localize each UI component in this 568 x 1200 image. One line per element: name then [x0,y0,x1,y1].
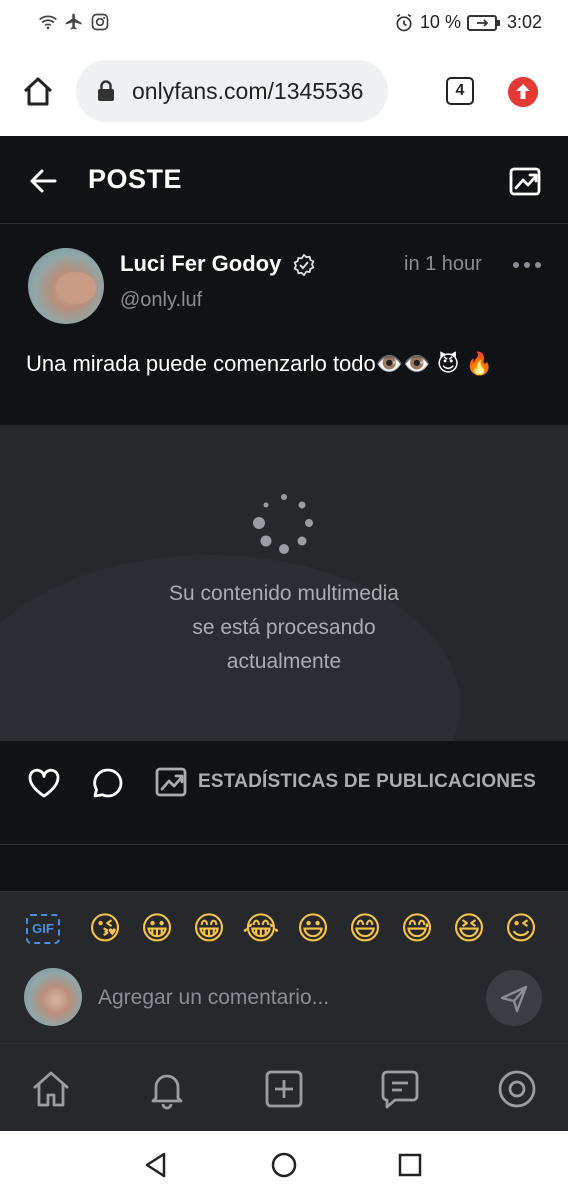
username[interactable]: @only.luf [120,289,202,312]
emoji-button[interactable]: 😀 [138,908,176,948]
comment-icon[interactable] [90,765,126,801]
home-icon[interactable] [18,72,58,112]
heart-icon[interactable] [26,765,62,801]
tab-switcher-button[interactable]: 4 [446,77,474,105]
bell-icon[interactable] [146,1068,188,1110]
lock-icon [98,80,114,101]
address-bar[interactable]: onlyfans.com/1345536 [76,60,388,122]
emoji-button[interactable]: 😁 [190,908,228,948]
emoji-button[interactable]: 😃 [294,908,332,948]
bottom-nav [0,1043,568,1131]
wifi-icon [39,15,57,30]
loading-spinner-icon [253,494,313,554]
gif-button[interactable]: GIF [26,914,60,944]
plus-square-icon[interactable] [263,1068,305,1110]
post-text: Una mirada puede comenzarlo todo👁️👁️ 😈 🔥 [26,351,494,376]
status-left-icons [38,12,110,32]
emoji-button[interactable]: 😘 [86,908,124,948]
status-bar: 10 % 3:02 [0,0,568,48]
post-header: Luci Fer Godoy in 1 hour @only.luf Una m… [0,225,568,425]
messages-icon[interactable] [379,1068,421,1110]
emoji-button[interactable]: 😆 [450,908,488,948]
emoji-button[interactable]: 😄 [346,908,384,948]
battery-icon [466,14,500,31]
verified-badge-icon [293,253,315,277]
profile-icon[interactable] [496,1068,538,1110]
stats-label: ESTADÍSTICAS DE PUBLICACIONES [198,771,536,792]
browser-toolbar: onlyfans.com/1345536 4 [0,48,568,136]
update-icon[interactable] [508,77,538,107]
comment-input[interactable] [98,976,458,1020]
commenter-avatar [24,968,82,1026]
post-actions: ESTADÍSTICAS DE PUBLICACIONES [0,741,568,845]
emoji-button[interactable]: 😉 [502,908,540,948]
post-time: in 1 hour [404,253,482,275]
recents-square-icon[interactable] [396,1151,424,1179]
emoji-button[interactable]: 😅 [398,908,436,948]
post-stats-button[interactable]: ESTADÍSTICAS DE PUBLICACIONES [154,765,536,799]
media-processing-panel: Su contenido multimedia se está procesan… [0,425,568,741]
page-title: POSTE [88,164,183,194]
send-icon[interactable] [486,970,542,1026]
avatar[interactable] [28,248,104,324]
back-arrow-icon[interactable] [28,166,58,196]
chart-image-icon [155,767,187,797]
home-icon[interactable] [30,1068,72,1110]
author-name[interactable]: Luci Fer Godoy [120,251,281,277]
chart-image-icon[interactable] [508,164,542,198]
back-triangle-icon[interactable] [142,1151,170,1179]
home-circle-icon[interactable] [270,1151,298,1179]
processing-line-1: Su contenido multimedia [169,582,399,605]
alarm-icon [396,13,412,31]
emoji-button[interactable]: 😂 [242,908,280,948]
emoji-row: 😘 😀 😁 😂 😃 😄 😅 😆 😉 [86,908,540,948]
processing-message: Su contenido multimedia se está procesan… [84,577,484,679]
url-text: onlyfans.com/1345536 [132,78,364,104]
comment-composer: GIF 😘 😀 😁 😂 😃 😄 😅 😆 😉 [0,891,568,1043]
status-right: 10 % 3:02 [394,12,542,33]
battery-percent: 10 % [419,12,461,32]
clock: 3:02 [506,12,542,32]
airplane-icon [65,13,82,30]
processing-line-3: actualmente [226,650,342,673]
system-nav-bar [0,1131,568,1200]
app-header: POSTE [0,136,568,224]
processing-line-2: se está procesando [192,616,376,639]
instagram-icon [91,13,109,31]
more-options-icon[interactable] [512,261,542,269]
